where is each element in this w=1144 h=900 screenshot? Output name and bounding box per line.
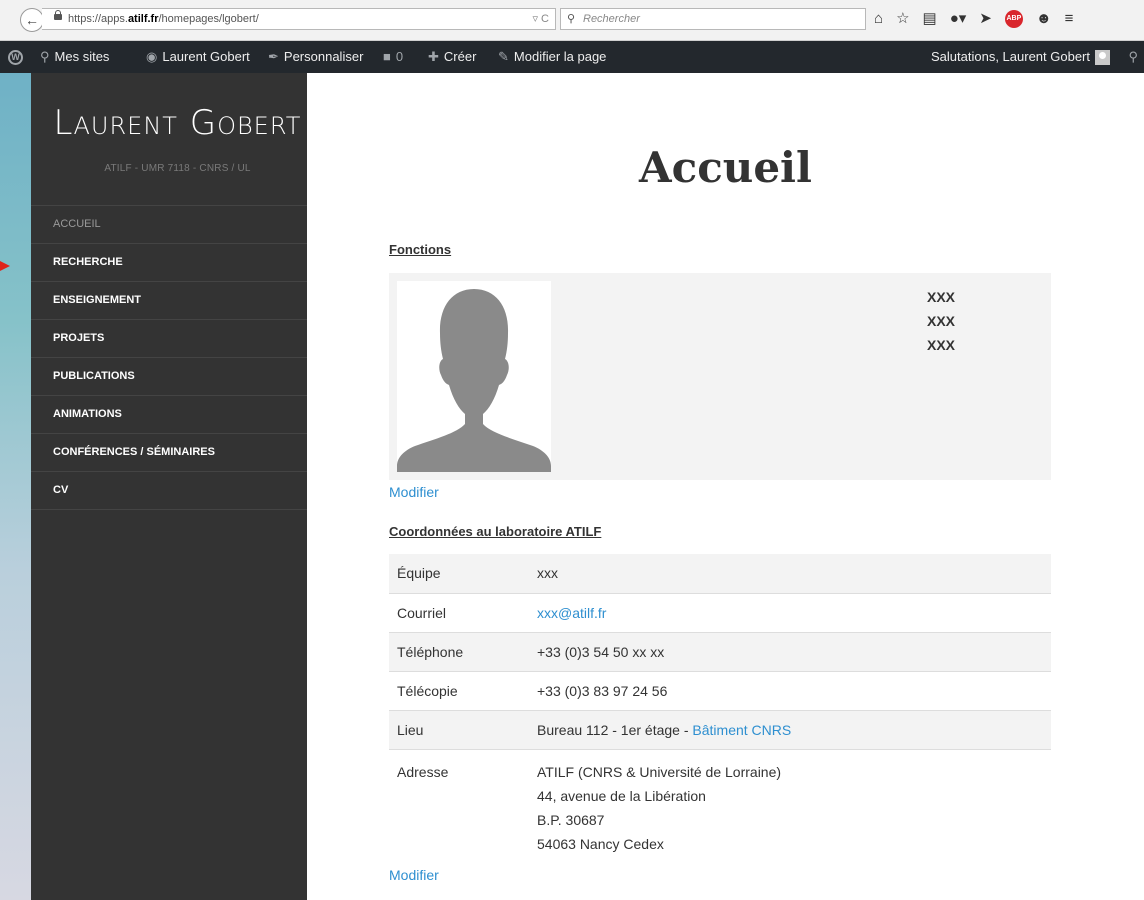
lock-icon xyxy=(54,10,62,20)
menu-item-recherche[interactable]: Recherche xyxy=(31,244,324,282)
functions-list: XXX XXX XXX xyxy=(927,285,955,357)
addon-icon[interactable]: ●▾ xyxy=(950,9,967,29)
edit-page-link[interactable]: ✎ Modifier la page xyxy=(498,41,606,73)
reload-icon[interactable]: ▿ C xyxy=(532,9,549,29)
address-line: 44, avenue de la Libération xyxy=(537,787,706,804)
send-icon[interactable]: ➤ xyxy=(979,9,992,29)
menu-item-publications[interactable]: Publications xyxy=(31,358,324,396)
reading-list-icon[interactable]: ▤ xyxy=(923,9,937,29)
pencil-icon: ✎ xyxy=(498,49,509,64)
new-content-link[interactable]: ✚ Créer xyxy=(428,41,476,73)
search-bar[interactable]: ⚲ xyxy=(560,8,866,30)
menu-icon[interactable]: ≡ xyxy=(1065,9,1074,29)
row-value: xxx xyxy=(537,554,1051,594)
building-link[interactable]: Bâtiment CNRS xyxy=(692,722,791,738)
main-content: Accueil Fonctions XXX XXX XXX Modifier C… xyxy=(307,73,1144,900)
edit-functions-link[interactable]: Modifier xyxy=(389,484,439,500)
chat-icon[interactable]: ☻ xyxy=(1036,9,1052,29)
functions-heading: Fonctions xyxy=(389,242,452,257)
menu-item-accueil[interactable]: Accueil xyxy=(31,206,324,244)
functions-box: XXX XXX XXX xyxy=(389,273,1051,480)
table-row: Courriel xxx@atilf.fr xyxy=(389,593,1051,633)
toolbar-icons: ⌂ ☆ ▤ ●▾ ➤ ABP ☻ ≡ xyxy=(874,9,1073,29)
search-icon[interactable]: ⚲ xyxy=(1128,41,1138,73)
menu-item-conferences[interactable]: Conférences / Séminaires xyxy=(31,434,324,472)
browser-toolbar: ← https://apps.atilf.fr/homepages/lgober… xyxy=(0,0,1144,41)
table-row: Lieu Bureau 112 - 1er étage - Bâtiment C… xyxy=(389,710,1051,750)
site-name-link[interactable]: ◉ Laurent Gobert xyxy=(146,41,250,73)
address-line: ATILF (CNRS & Université de Lorraine) xyxy=(537,763,782,780)
bookmark-star-icon[interactable]: ☆ xyxy=(896,9,909,29)
contact-table: Équipe xxx Courriel xxx@atilf.fr Télépho… xyxy=(389,554,1051,856)
site-description: ATILF - UMR 7118 - CNRS / UL xyxy=(104,163,251,174)
function-item: XXX xyxy=(927,313,956,329)
row-key: Télécopie xyxy=(389,671,537,711)
row-key: Lieu xyxy=(389,710,537,750)
key-icon: ⚲ xyxy=(40,49,50,64)
account-menu[interactable]: Salutations, Laurent Gobert xyxy=(931,41,1110,73)
site-title[interactable]: Laurent Gobert xyxy=(31,103,324,143)
back-arrow-icon[interactable]: ← xyxy=(20,8,44,32)
edit-contact-link[interactable]: Modifier xyxy=(389,867,439,883)
email-link[interactable]: xxx@atilf.fr xyxy=(537,605,606,621)
avatar xyxy=(1095,50,1110,66)
table-row: Téléphone +33 (0)3 54 50 xx xx xyxy=(389,632,1051,672)
row-value: +33 (0)3 83 97 24 56 xyxy=(537,671,1051,711)
main-menu: Accueil Recherche Enseignement Projets P… xyxy=(31,205,324,510)
menu-item-animations[interactable]: Animations xyxy=(31,396,324,434)
row-key: Téléphone xyxy=(389,632,537,672)
row-key: Adresse xyxy=(397,763,449,780)
table-row: Adresse ATILF (CNRS & Université de Lorr… xyxy=(389,749,1051,856)
page-background: Laurent Gobert ATILF - UMR 7118 - CNRS /… xyxy=(0,73,1144,900)
menu-item-projets[interactable]: Projets xyxy=(31,320,324,358)
url-text: https://apps.atilf.fr/homepages/lgobert/ xyxy=(68,13,259,25)
comments-link[interactable]: ■ 0 xyxy=(383,41,403,73)
row-key: Courriel xyxy=(389,593,537,633)
menu-item-enseignement[interactable]: Enseignement xyxy=(31,282,324,320)
row-key: Équipe xyxy=(389,554,537,594)
lab-contact-heading: Coordonnées au laboratoire ATILF xyxy=(389,524,602,539)
row-value: +33 (0)3 54 50 xx xx xyxy=(537,632,1051,672)
table-row: Télécopie +33 (0)3 83 97 24 56 xyxy=(389,671,1051,711)
profile-placeholder-image xyxy=(397,281,551,472)
comment-icon: ■ xyxy=(383,49,391,64)
page-container: Laurent Gobert ATILF - UMR 7118 - CNRS /… xyxy=(17,73,1144,900)
wordpress-logo-icon[interactable]: W xyxy=(8,41,23,73)
search-icon: ⚲ xyxy=(567,13,576,25)
page-title: Accueil xyxy=(639,143,812,192)
table-row: Équipe xxx xyxy=(389,554,1051,594)
pointer-arrow-icon xyxy=(0,261,10,271)
function-item: XXX xyxy=(927,289,956,305)
search-input[interactable] xyxy=(581,12,855,26)
plus-icon: ✚ xyxy=(428,49,439,64)
customize-link[interactable]: ✒ Personnaliser xyxy=(268,41,363,73)
function-item: XXX xyxy=(927,337,956,353)
dashboard-icon: ◉ xyxy=(146,49,158,64)
my-sites-link[interactable]: ⚲ Mes sites xyxy=(40,41,109,73)
row-value: Bureau 112 - 1er étage - xyxy=(537,721,693,738)
sidebar: Laurent Gobert ATILF - UMR 7118 - CNRS /… xyxy=(31,73,324,900)
address-line: B.P. 30687 xyxy=(537,811,605,828)
address-lines: ATILF (CNRS & Université de Lorraine) 44… xyxy=(537,749,1051,856)
admin-bar: W ⚲ Mes sites ◉ Laurent Gobert ✒ Personnali… xyxy=(0,41,1144,73)
home-icon[interactable]: ⌂ xyxy=(874,9,883,29)
adblock-plus-icon[interactable]: ABP xyxy=(1004,10,1023,28)
brush-icon: ✒ xyxy=(268,49,279,64)
url-bar[interactable]: https://apps.atilf.fr/homepages/lgobert/… xyxy=(42,8,556,30)
menu-item-cv[interactable]: CV xyxy=(31,472,324,510)
address-line: 54063 Nancy Cedex xyxy=(537,835,664,852)
